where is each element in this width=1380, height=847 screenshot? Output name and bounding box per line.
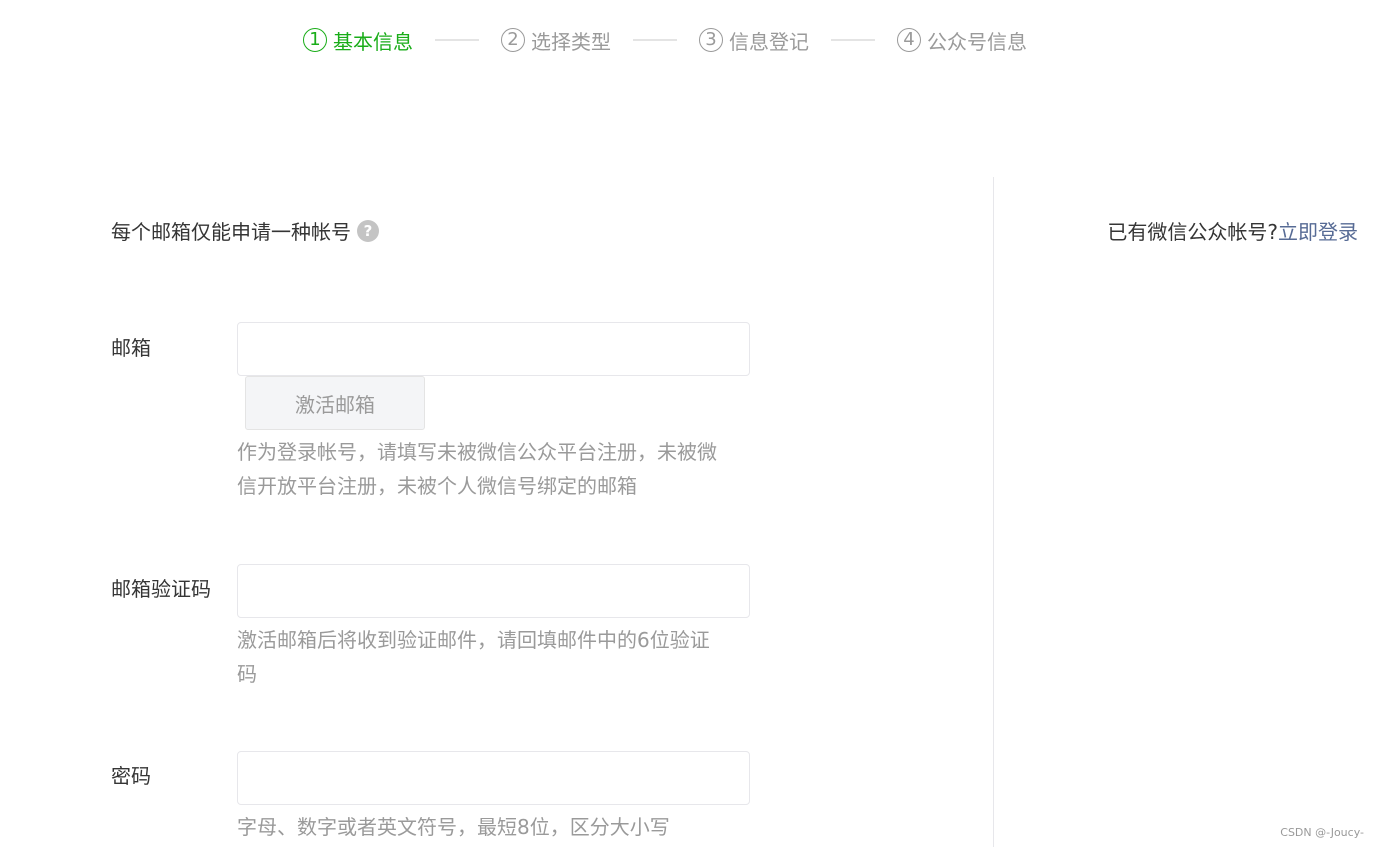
- step-label: 信息登记: [729, 29, 809, 54]
- watermark: CSDN @-Joucy-: [1280, 826, 1364, 839]
- step-label: 公众号信息: [927, 29, 1027, 54]
- step-registration: 3 信息登记: [699, 26, 809, 55]
- step-number: 2: [501, 28, 525, 52]
- step-label: 选择类型: [531, 29, 611, 54]
- step-basic-info: 1 基本信息: [303, 26, 413, 55]
- email-field[interactable]: [237, 322, 750, 376]
- password-label: 密码: [111, 764, 151, 788]
- step-label: 基本信息: [333, 29, 413, 54]
- step-number: 4: [897, 28, 921, 52]
- email-code-field[interactable]: [237, 564, 750, 618]
- notice-text: 每个邮箱仅能申请一种帐号: [111, 220, 351, 244]
- password-tip: 字母、数字或者英文符号，最短8位，区分大小写: [237, 815, 670, 839]
- step-account-info: 4 公众号信息: [897, 26, 1027, 55]
- login-link[interactable]: 立即登录: [1278, 220, 1358, 244]
- login-hint-text: 已有微信公众帐号?: [1107, 220, 1278, 244]
- email-input[interactable]: [238, 323, 749, 375]
- step-number: 1: [303, 28, 327, 52]
- password-input[interactable]: [238, 752, 749, 804]
- progress-steps: 1 基本信息 2 选择类型 3 信息登记 4 公众号信息: [303, 24, 1027, 56]
- activate-email-button[interactable]: 激活邮箱: [245, 376, 425, 430]
- password-field[interactable]: [237, 751, 750, 805]
- email-code-input[interactable]: [238, 565, 749, 617]
- step-select-type: 2 选择类型: [501, 26, 611, 55]
- vertical-divider: [993, 177, 994, 847]
- step-connector: [435, 39, 479, 41]
- step-number: 3: [699, 28, 723, 52]
- email-label: 邮箱: [111, 336, 151, 360]
- email-code-label: 邮箱验证码: [111, 577, 211, 601]
- step-connector: [633, 39, 677, 41]
- email-tip: 作为登录帐号，请填写未被微信公众平台注册，未被微信开放平台注册，未被个人微信号绑…: [237, 440, 717, 498]
- step-connector: [831, 39, 875, 41]
- help-icon[interactable]: ?: [357, 219, 379, 242]
- login-hint: 已有微信公众帐号?立即登录: [1107, 216, 1358, 245]
- email-notice: 每个邮箱仅能申请一种帐号 ?: [111, 216, 379, 245]
- email-code-tip: 激活邮箱后将收到验证邮件，请回填邮件中的6位验证码: [237, 628, 710, 686]
